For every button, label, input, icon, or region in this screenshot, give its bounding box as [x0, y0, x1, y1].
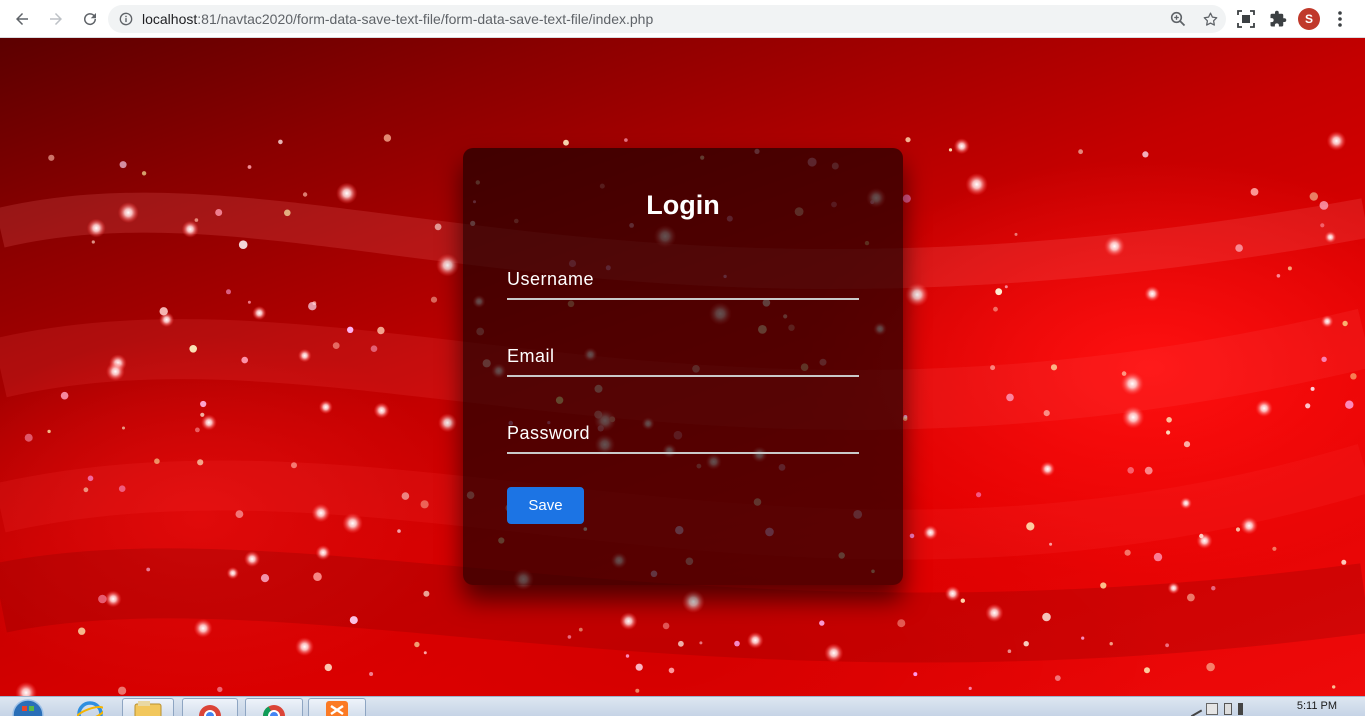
- taskbar-chrome-2[interactable]: [245, 698, 303, 716]
- login-card: Login Save: [463, 148, 903, 585]
- forward-button[interactable]: [40, 3, 72, 35]
- url-path: :81/navtac2020/form-data-save-text-file/…: [197, 11, 654, 27]
- login-title: Login: [646, 190, 720, 220]
- taskbar-internet-explorer[interactable]: [68, 698, 112, 716]
- forward-icon: [50, 12, 62, 25]
- taskbar-chrome-1[interactable]: [182, 698, 238, 716]
- tray-volume-icon[interactable]: [1238, 703, 1250, 715]
- file-explorer-icon: [134, 701, 162, 716]
- taskbar-file-explorer[interactable]: [122, 698, 174, 716]
- start-button[interactable]: [8, 698, 48, 716]
- taskbar-xampp[interactable]: [308, 698, 366, 716]
- back-button[interactable]: [6, 3, 38, 35]
- screenshot-icon: [1237, 10, 1255, 28]
- internet-explorer-icon: [77, 701, 103, 716]
- address-bar[interactable]: localhost:81/navtac2020/form-data-save-t…: [108, 5, 1226, 33]
- email-input[interactable]: [507, 337, 859, 377]
- password-input[interactable]: [507, 414, 859, 454]
- screenshot-button[interactable]: [1234, 5, 1258, 33]
- email-field-wrapper: [507, 337, 859, 377]
- reload-icon: [84, 12, 97, 25]
- star-icon: [1203, 11, 1217, 26]
- username-field-wrapper: [507, 260, 859, 300]
- start-orb-icon: [12, 699, 44, 716]
- url-text[interactable]: localhost:81/navtac2020/form-data-save-t…: [142, 11, 653, 27]
- url-host: localhost: [142, 11, 198, 27]
- bookmark-button[interactable]: [1200, 9, 1220, 29]
- tray-arrow-icon[interactable]: [1185, 700, 1203, 716]
- chrome-icon: [263, 705, 285, 716]
- browser-toolbar: localhost:81/navtac2020/form-data-save-t…: [0, 0, 1365, 38]
- chrome-icon: [199, 705, 221, 716]
- save-button[interactable]: Save: [507, 487, 584, 524]
- zoom-button[interactable]: [1168, 9, 1188, 29]
- info-icon[interactable]: [119, 12, 133, 26]
- tray-flag-icon[interactable]: [1206, 703, 1218, 715]
- chrome-menu-button[interactable]: [1328, 5, 1352, 33]
- password-field-wrapper: [507, 414, 859, 454]
- extensions-icon: [1270, 10, 1287, 27]
- xampp-icon: [326, 701, 348, 716]
- back-icon: [16, 12, 28, 25]
- username-input[interactable]: [507, 260, 859, 300]
- reload-button[interactable]: [74, 3, 106, 35]
- tray-battery-icon[interactable]: [1224, 703, 1232, 715]
- menu-icon: [1338, 11, 1342, 27]
- zoom-icon: [1170, 11, 1186, 27]
- windows-taskbar: 5:11 PM: [0, 696, 1365, 716]
- profile-avatar[interactable]: S: [1298, 8, 1320, 30]
- taskbar-clock[interactable]: 5:11 PM: [1297, 700, 1337, 712]
- extensions-button[interactable]: [1266, 5, 1290, 33]
- system-tray: [1185, 700, 1250, 716]
